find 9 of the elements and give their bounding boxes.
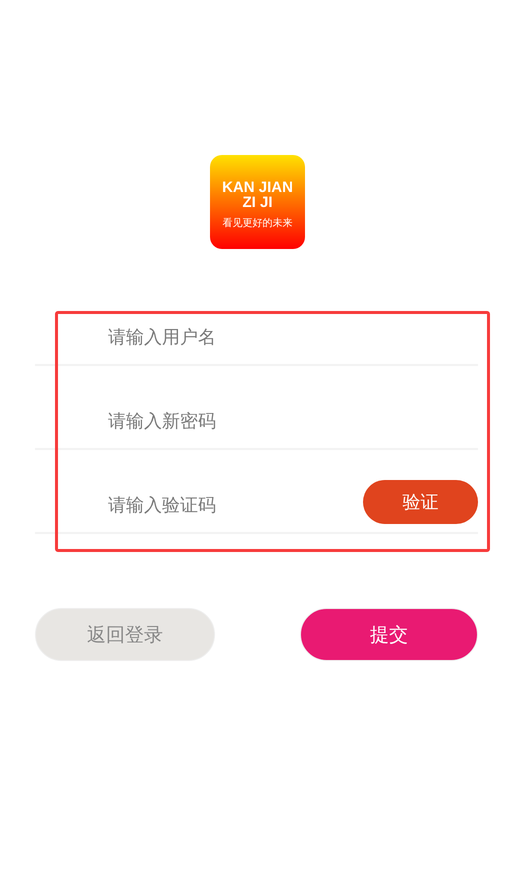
submit-button[interactable]: 提交 — [300, 608, 478, 661]
input-field[interactable]: 请输入用户名 — [35, 309, 478, 365]
input-field[interactable]: 请输入新密码 — [35, 393, 478, 449]
input-field[interactable]: 请输入验证码 — [35, 477, 363, 533]
verify-button[interactable]: 验证 — [363, 480, 478, 524]
logo-text: KAN JIAN — [222, 180, 293, 195]
back-button[interactable]: 返回登录 — [35, 608, 215, 661]
logo-slogan: 看见更好的未来 — [222, 218, 292, 230]
logo-text: ZI JI — [242, 195, 272, 210]
